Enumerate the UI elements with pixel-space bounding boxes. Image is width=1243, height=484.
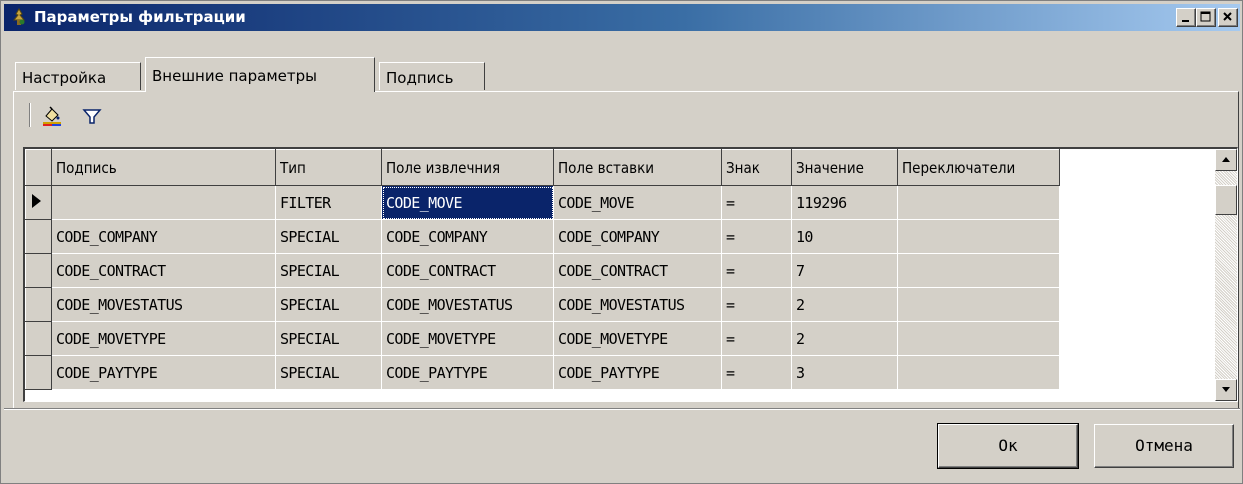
parameters-grid[interactable]: Подпись Тип Поле извлечния Поле вставки …: [23, 147, 1238, 402]
scroll-down-arrow-icon: [1222, 387, 1230, 392]
column-header[interactable]: Знак: [721, 149, 792, 186]
maximize-button[interactable]: [1196, 8, 1216, 27]
table-cell[interactable]: CODE_MOVESTATUS: [51, 287, 276, 322]
filter-parameters-window: Параметры фильтрации Настройка Внешние п…: [0, 0, 1243, 484]
table-cell[interactable]: SPECIAL: [275, 253, 382, 288]
table-cell[interactable]: SPECIAL: [275, 219, 382, 254]
table-cell[interactable]: CODE_MOVETYPE: [51, 321, 276, 356]
table-cell[interactable]: SPECIAL: [275, 355, 382, 390]
column-header[interactable]: Переключатели: [897, 149, 1060, 186]
table-cell[interactable]: =: [721, 185, 792, 220]
table-cell[interactable]: =: [721, 253, 792, 288]
table-cell[interactable]: CODE_PAYTYPE: [381, 355, 554, 390]
column-header[interactable]: Поле извлечния: [381, 149, 554, 186]
filter-icon[interactable]: [81, 105, 103, 127]
table-row[interactable]: CODE_CONTRACT SPECIAL CODE_CONTRACT CODE…: [25, 253, 1060, 288]
scroll-down-button[interactable]: [1215, 379, 1237, 401]
bottom-divider: [4, 408, 1240, 410]
row-indicator[interactable]: [25, 355, 52, 390]
toolbar-separator: [29, 103, 31, 127]
tab-label: Подпись: [386, 69, 454, 87]
table-cell[interactable]: CODE_COMPANY: [553, 219, 722, 254]
column-header[interactable]: Значение: [791, 149, 898, 186]
scroll-up-arrow-icon: [1222, 157, 1230, 162]
tab-label: Настройка: [22, 69, 107, 87]
table-cell-selected[interactable]: CODE_MOVE: [381, 185, 554, 220]
table-cell[interactable]: CODE_MOVETYPE: [381, 321, 554, 356]
row-indicator[interactable]: [25, 185, 52, 220]
paint-bucket-icon[interactable]: [41, 105, 63, 127]
maximize-icon: [1200, 11, 1211, 22]
table-cell[interactable]: [897, 355, 1060, 390]
column-header[interactable]: Поле вставки: [553, 149, 722, 186]
tab-label: Внешние параметры: [152, 67, 317, 85]
table-cell[interactable]: [897, 185, 1060, 220]
table-cell[interactable]: CODE_MOVESTATUS: [381, 287, 554, 322]
table-cell[interactable]: 3: [791, 355, 898, 390]
window-title: Параметры фильтрации: [34, 8, 246, 26]
row-indicator[interactable]: [25, 253, 52, 288]
header-row: Подпись Тип Поле извлечния Поле вставки …: [25, 149, 1060, 186]
column-header[interactable]: Подпись: [51, 149, 276, 186]
table-cell[interactable]: CODE_COMPANY: [51, 219, 276, 254]
table-row[interactable]: CODE_MOVETYPE SPECIAL CODE_MOVETYPE CODE…: [25, 321, 1060, 356]
row-indicator[interactable]: [25, 219, 52, 254]
table-row[interactable]: CODE_PAYTYPE SPECIAL CODE_PAYTYPE CODE_P…: [25, 355, 1060, 390]
table-cell[interactable]: [897, 321, 1060, 356]
table-cell[interactable]: 7: [791, 253, 898, 288]
table-cell[interactable]: [897, 219, 1060, 254]
table-cell[interactable]: CODE_CONTRACT: [51, 253, 276, 288]
close-icon: [1223, 12, 1232, 21]
table-cell[interactable]: [51, 185, 276, 220]
title-bar[interactable]: Параметры фильтрации: [4, 4, 1240, 31]
tab-settings[interactable]: Настройка: [15, 62, 141, 90]
app-icon: [12, 8, 26, 25]
table-cell[interactable]: SPECIAL: [275, 321, 382, 356]
table-cell[interactable]: CODE_MOVE: [553, 185, 722, 220]
table-cell[interactable]: CODE_COMPANY: [381, 219, 554, 254]
row-indicator-header: [25, 149, 52, 186]
table-cell[interactable]: [897, 287, 1060, 322]
table-cell[interactable]: CODE_CONTRACT: [381, 253, 554, 288]
table-cell[interactable]: =: [721, 219, 792, 254]
table-cell[interactable]: CODE_PAYTYPE: [553, 355, 722, 390]
row-indicator[interactable]: [25, 287, 52, 322]
table-cell[interactable]: CODE_PAYTYPE: [51, 355, 276, 390]
minimize-icon: [1182, 20, 1189, 22]
table-cell[interactable]: =: [721, 321, 792, 356]
scroll-thumb[interactable]: [1215, 185, 1237, 215]
table-cell[interactable]: CODE_CONTRACT: [553, 253, 722, 288]
table-cell[interactable]: =: [721, 287, 792, 322]
tab-signature[interactable]: Подпись: [379, 62, 485, 90]
table-cell[interactable]: =: [721, 355, 792, 390]
table-cell[interactable]: 119296: [791, 185, 898, 220]
current-row-arrow-icon: [32, 193, 41, 208]
table-cell[interactable]: 2: [791, 321, 898, 356]
parameters-table: Подпись Тип Поле извлечния Поле вставки …: [25, 149, 1060, 390]
table-cell[interactable]: [897, 253, 1060, 288]
table-row[interactable]: CODE_COMPANY SPECIAL CODE_COMPANY CODE_C…: [25, 219, 1060, 254]
row-indicator[interactable]: [25, 321, 52, 356]
tab-external-parameters[interactable]: Внешние параметры: [145, 57, 375, 92]
table-cell[interactable]: CODE_MOVESTATUS: [553, 287, 722, 322]
column-header[interactable]: Тип: [275, 149, 382, 186]
table-cell[interactable]: 10: [791, 219, 898, 254]
minimize-button[interactable]: [1176, 8, 1196, 27]
table-cell[interactable]: SPECIAL: [275, 287, 382, 322]
table-cell[interactable]: CODE_MOVETYPE: [553, 321, 722, 356]
cancel-button[interactable]: Отмена: [1094, 424, 1234, 468]
close-button[interactable]: [1218, 8, 1238, 27]
table-cell[interactable]: 2: [791, 287, 898, 322]
table-row[interactable]: FILTER CODE_MOVE CODE_MOVE = 119296: [25, 185, 1060, 220]
ok-button[interactable]: Ок: [937, 423, 1079, 469]
vertical-scrollbar[interactable]: [1215, 149, 1237, 401]
table-cell[interactable]: FILTER: [275, 185, 382, 220]
table-row[interactable]: CODE_MOVESTATUS SPECIAL CODE_MOVESTATUS …: [25, 287, 1060, 322]
scroll-up-button[interactable]: [1215, 149, 1237, 171]
